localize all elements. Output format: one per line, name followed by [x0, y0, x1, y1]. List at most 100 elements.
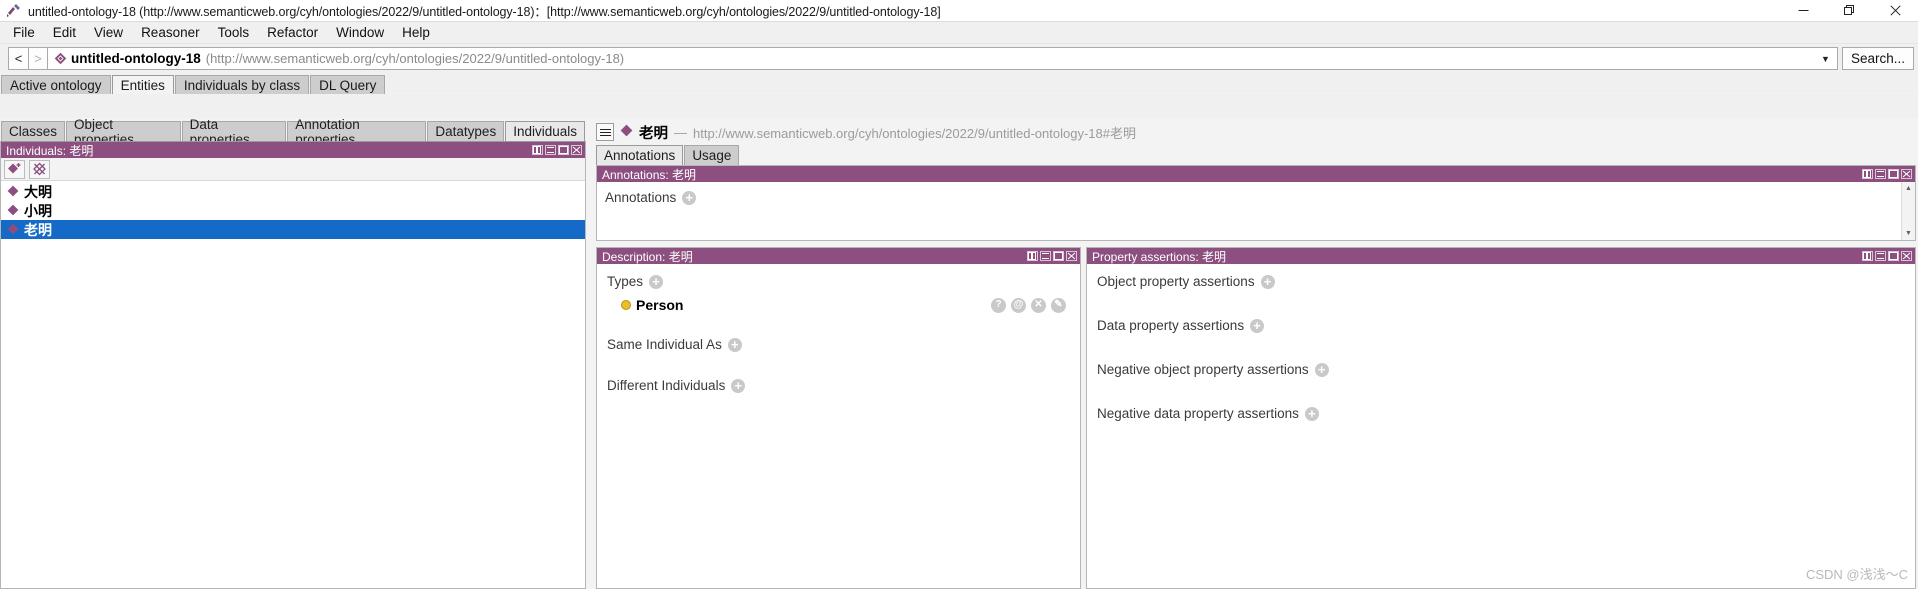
window-title: untitled-ontology-18 (http://www.semanti… [28, 5, 941, 19]
add-negative-object-property-assertion-button[interactable]: + [1314, 362, 1329, 377]
menu-help[interactable]: Help [393, 23, 439, 42]
panel-close-icon[interactable] [1901, 251, 1912, 261]
list-item-label: 大明 [24, 183, 52, 200]
description-panel: Description: 老明 Types + Person ? @ ✕ ✎ S… [596, 247, 1081, 589]
annotations-body: Annotations + ▲ ▼ [597, 182, 1915, 240]
panel-close-icon[interactable] [1066, 251, 1077, 261]
annotations-panel-header: Annotations: 老明 [597, 166, 1915, 182]
subtab-classes[interactable]: Classes [1, 121, 66, 141]
edit-button[interactable]: ✎ [1051, 297, 1066, 313]
panel-maximize-icon[interactable] [558, 145, 569, 155]
tab-active-ontology[interactable]: Active ontology [1, 75, 111, 94]
menu-refactor[interactable]: Refactor [258, 23, 327, 42]
left-pane: Classes Object properties Data propertie… [0, 117, 586, 589]
annotations-row: Annotations + [605, 190, 1915, 205]
entity-detail-bottom: Description: 老明 Types + Person ? @ ✕ ✎ S… [590, 241, 1916, 589]
individual-diamond-icon [7, 222, 19, 238]
individuals-toolbar [1, 158, 585, 181]
restore-button[interactable] [1826, 0, 1872, 22]
ontology-name: untitled-ontology-18 [71, 51, 201, 66]
list-item[interactable]: 小明 [1, 201, 585, 220]
add-negative-data-property-assertion-button[interactable]: + [1304, 406, 1319, 421]
add-type-button[interactable]: + [649, 274, 664, 289]
scroll-up-icon[interactable]: ▲ [1902, 182, 1915, 195]
menu-reasoner[interactable]: Reasoner [132, 23, 209, 42]
add-different-individuals-button[interactable]: + [731, 378, 746, 393]
list-item[interactable]: 大明 [1, 182, 585, 201]
hamburger-icon[interactable] [596, 123, 614, 141]
close-button[interactable] [1872, 0, 1918, 22]
entity-type-tab-bar: Classes Object properties Data propertie… [0, 117, 586, 147]
panel-maximize-icon[interactable] [1053, 251, 1064, 261]
type-value-label: Person [636, 297, 684, 313]
property-assertions-panel-buttons [1862, 251, 1915, 261]
property-assertions-panel: Property assertions: 老明 Object property … [1086, 247, 1916, 589]
add-same-individual-button[interactable]: + [727, 337, 742, 352]
scroll-down-icon[interactable]: ▼ [1902, 227, 1915, 240]
type-row[interactable]: Person ? @ ✕ ✎ [621, 295, 1080, 315]
panel-minimize-icon[interactable] [545, 145, 556, 155]
panel-restore-icon[interactable] [1027, 251, 1038, 261]
panel-minimize-icon[interactable] [1875, 251, 1886, 261]
remove-button[interactable]: ✕ [1031, 297, 1046, 313]
title-bar: untitled-ontology-18 (http://www.semanti… [0, 0, 1918, 22]
menu-file[interactable]: File [4, 23, 44, 42]
add-annotation-button[interactable]: + [682, 190, 697, 205]
ontology-iri-field[interactable]: untitled-ontology-18 (http://www.semanti… [48, 47, 1838, 70]
subtab-individuals[interactable]: Individuals [505, 121, 585, 141]
add-data-property-assertion-button[interactable]: + [1250, 318, 1265, 333]
annotate-button[interactable]: @ [1011, 297, 1026, 313]
main-tab-bar: Active ontology Entities Individuals by … [0, 74, 1918, 94]
back-button[interactable]: < [8, 47, 28, 70]
explain-button[interactable]: ? [991, 297, 1006, 313]
tab-usage[interactable]: Usage [684, 145, 740, 165]
minimize-button[interactable] [1780, 0, 1826, 22]
individuals-list[interactable]: 大明 小明 老明 [1, 181, 585, 588]
same-individual-section: Same Individual As + [607, 337, 1080, 352]
panel-close-icon[interactable] [571, 145, 582, 155]
object-property-assertions-label: Object property assertions [1097, 274, 1255, 289]
list-item-label: 老明 [24, 221, 52, 238]
panel-restore-icon[interactable] [532, 145, 543, 155]
subtab-data-properties[interactable]: Data properties [181, 117, 287, 147]
different-individuals-header: Different Individuals + [607, 378, 1080, 393]
property-assertions-panel-header: Property assertions: 老明 [1087, 248, 1915, 264]
type-row-buttons: ? @ ✕ ✎ [991, 297, 1066, 313]
subtab-object-properties[interactable]: Object properties [66, 117, 181, 147]
tab-entities[interactable]: Entities [111, 75, 174, 94]
delete-individual-button[interactable] [29, 159, 50, 179]
different-individuals-label: Different Individuals [607, 378, 726, 393]
panel-maximize-icon[interactable] [1888, 169, 1899, 179]
individual-diamond-icon [7, 184, 19, 200]
panel-restore-icon[interactable] [1862, 169, 1873, 179]
annotations-scrollbar[interactable]: ▲ ▼ [1901, 182, 1915, 240]
search-button[interactable]: Search... [1841, 47, 1914, 70]
tab-individuals-by-class[interactable]: Individuals by class [174, 75, 310, 94]
negative-object-property-assertions-row: Negative object property assertions + [1097, 362, 1915, 377]
panel-maximize-icon[interactable] [1888, 251, 1899, 261]
menu-tools[interactable]: Tools [209, 23, 259, 42]
panel-restore-icon[interactable] [1862, 251, 1873, 261]
panel-minimize-icon[interactable] [1040, 251, 1051, 261]
tab-dl-query[interactable]: DL Query [310, 75, 386, 94]
subtab-datatypes[interactable]: Datatypes [427, 121, 505, 141]
add-individual-button[interactable] [4, 159, 25, 179]
entity-name: 老明 [639, 125, 668, 142]
menu-window[interactable]: Window [327, 23, 393, 42]
annotations-row-label: Annotations [605, 190, 677, 205]
chevron-down-icon[interactable]: ▼ [1816, 54, 1835, 64]
subtab-annotation-properties[interactable]: Annotation properties [287, 117, 427, 147]
individuals-panel-header: Individuals: 老明 [1, 142, 585, 158]
ontology-iri: (http://www.semanticweb.org/cyh/ontologi… [205, 51, 625, 66]
protege-window: untitled-ontology-18 (http://www.semanti… [0, 0, 1918, 589]
menu-view[interactable]: View [85, 23, 132, 42]
list-item[interactable]: 老明 [1, 220, 585, 239]
add-object-property-assertion-button[interactable]: + [1260, 274, 1275, 289]
panel-minimize-icon[interactable] [1875, 169, 1886, 179]
menu-edit[interactable]: Edit [44, 23, 85, 42]
class-circle-icon [621, 300, 631, 310]
entity-iri: http://www.semanticweb.org/cyh/ontologie… [693, 125, 1136, 141]
tab-annotations[interactable]: Annotations [596, 145, 684, 165]
panel-close-icon[interactable] [1901, 169, 1912, 179]
forward-button[interactable]: > [28, 47, 48, 70]
